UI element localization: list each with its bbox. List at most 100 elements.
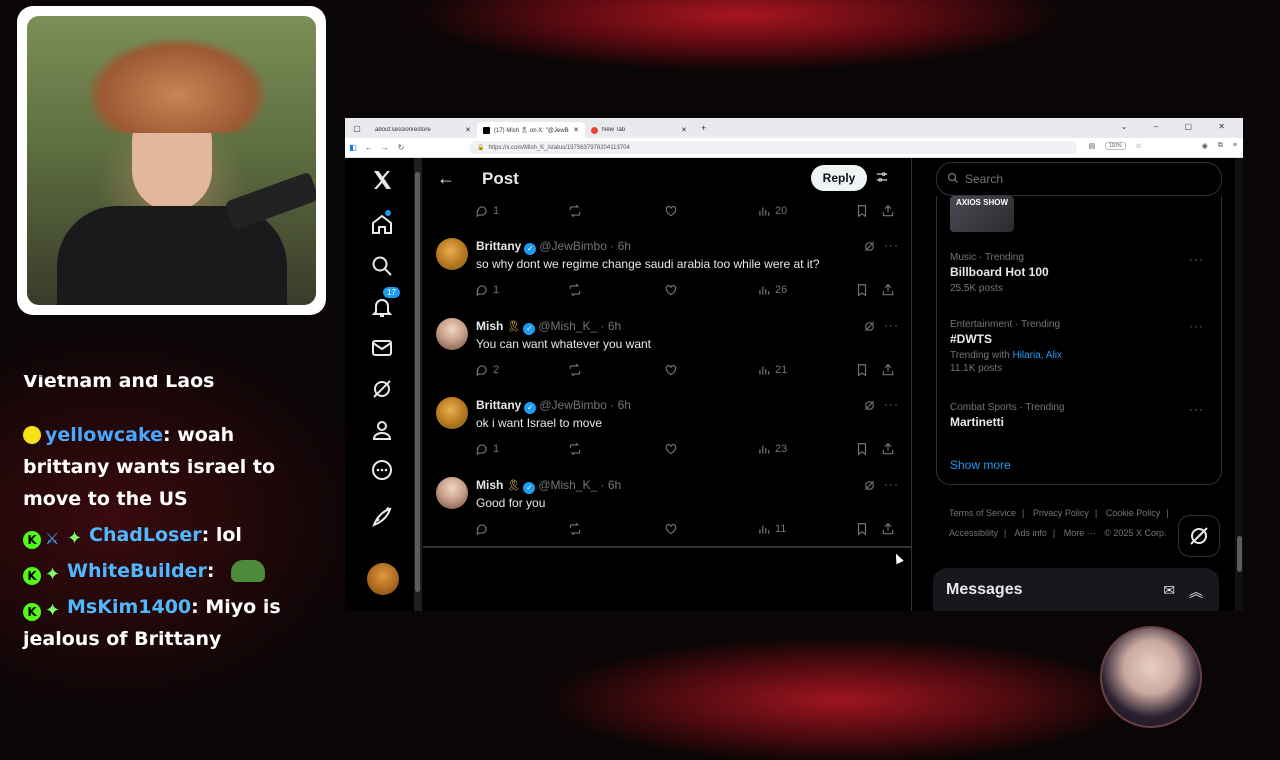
reply-action[interactable]: 2 xyxy=(475,363,499,377)
forward-button[interactable]: → xyxy=(377,143,393,152)
search-box[interactable] xyxy=(936,162,1222,196)
share-icon[interactable] xyxy=(881,522,895,536)
like-icon[interactable] xyxy=(664,522,678,536)
grok-explain-icon[interactable] xyxy=(863,479,876,497)
more-options-icon[interactable]: ··· xyxy=(1189,402,1204,416)
privacy-link[interactable]: Privacy Policy xyxy=(1033,508,1089,518)
sidebar-toggle-icon[interactable]: ◧ xyxy=(345,143,361,152)
messages-icon[interactable] xyxy=(369,336,395,362)
x-logo-icon[interactable] xyxy=(369,168,395,194)
close-tab-icon[interactable]: ✕ xyxy=(573,126,579,134)
back-arrow-icon[interactable]: ← xyxy=(437,168,455,189)
window-controls[interactable]: ⌄ – ▢ ✕ xyxy=(1121,122,1237,131)
share-icon[interactable] xyxy=(881,204,895,218)
right-scrollbar-thumb[interactable] xyxy=(1237,536,1242,572)
repost-icon[interactable] xyxy=(568,204,582,218)
compose-post-icon[interactable] xyxy=(369,505,395,531)
bookmark-icon[interactable] xyxy=(855,363,869,377)
bookmark-icon[interactable] xyxy=(855,442,869,456)
close-tab-icon[interactable]: ✕ xyxy=(465,126,471,134)
tweet-time[interactable]: 6h xyxy=(608,319,621,333)
trend-item[interactable]: Music · Trending Billboard Hot 100 25.5K… xyxy=(950,252,1212,294)
reply-action[interactable]: 1 xyxy=(475,204,499,218)
grok-explain-icon[interactable] xyxy=(863,399,876,417)
filter-sliders-icon[interactable] xyxy=(875,170,889,189)
home-icon[interactable] xyxy=(369,210,395,238)
trend-item[interactable]: Entertainment · Trending #DWTS Trending … xyxy=(950,319,1212,374)
tweet-time[interactable]: 6h xyxy=(618,398,631,412)
grok-button[interactable] xyxy=(1178,515,1220,557)
grok-icon[interactable] xyxy=(369,377,395,403)
more-options-icon[interactable]: ··· xyxy=(1189,252,1204,266)
tab-x-post[interactable]: (17) Mish 🎗 on X: "@JewBimb✕ xyxy=(477,122,585,138)
views-action[interactable]: 23 xyxy=(757,442,787,456)
tweet-author-name[interactable]: Mish xyxy=(476,319,503,333)
search-input[interactable] xyxy=(963,171,1207,187)
close-tab-icon[interactable]: ✕ xyxy=(681,126,687,134)
bookmark-icon[interactable] xyxy=(855,204,869,218)
tweet-avatar[interactable] xyxy=(436,238,468,270)
tweet-time[interactable]: 6h xyxy=(608,478,621,492)
more-options-icon[interactable]: ··· xyxy=(884,238,899,252)
more-options-icon[interactable]: ··· xyxy=(884,397,899,411)
tweet-author-name[interactable]: Brittany xyxy=(476,398,521,412)
trend-with-links[interactable]: Hilaria, Alix xyxy=(1012,350,1061,361)
tab-new-tab[interactable]: New Tab ✕ xyxy=(585,122,693,138)
notifications-icon[interactable]: 17 xyxy=(369,287,400,321)
grok-explain-icon[interactable] xyxy=(863,240,876,258)
explore-icon[interactable] xyxy=(369,254,395,280)
like-icon[interactable] xyxy=(664,363,678,377)
terms-link[interactable]: Terms of Service xyxy=(949,508,1016,518)
more-icon[interactable] xyxy=(369,458,395,484)
expand-chevron-icon[interactable]: ︽ xyxy=(1189,582,1203,602)
tweet-handle[interactable]: @JewBimbo xyxy=(539,239,607,253)
tab-overview-icon[interactable]: ▢ xyxy=(345,124,369,133)
more-link[interactable]: More ··· xyxy=(1064,528,1096,538)
menu-icon[interactable]: ≡ xyxy=(1233,142,1237,150)
back-button[interactable]: ← xyxy=(361,143,377,152)
like-icon[interactable] xyxy=(664,442,678,456)
ads-info-link[interactable]: Ads info xyxy=(1014,528,1047,538)
extensions-icon[interactable]: ⧉ xyxy=(1218,142,1223,150)
trend-item[interactable]: Combat Sports · Trending Martinetti ··· xyxy=(950,402,1212,429)
messages-drawer[interactable]: Messages ✉ ︽ xyxy=(933,568,1219,611)
repost-icon[interactable] xyxy=(568,363,582,377)
tab-sessionrestore[interactable]: about:sessionrestore ✕ xyxy=(369,122,477,138)
reply-action[interactable]: 1 xyxy=(475,442,499,456)
tweet-time[interactable]: 6h xyxy=(618,239,631,253)
tweet-author-name[interactable]: Mish xyxy=(476,478,503,492)
axios-thumbnail[interactable]: AXIOS SHOW xyxy=(950,196,1014,232)
views-action[interactable]: 26 xyxy=(757,283,787,297)
repost-icon[interactable] xyxy=(568,283,582,297)
views-action[interactable]: 20 xyxy=(757,204,787,218)
share-icon[interactable] xyxy=(881,283,895,297)
reload-button[interactable]: ↻ xyxy=(393,143,409,152)
accessibility-link[interactable]: Accessibility xyxy=(949,528,998,538)
account-avatar[interactable] xyxy=(367,563,399,595)
tweet-author-name[interactable]: Brittany xyxy=(476,239,521,253)
tweet-avatar[interactable] xyxy=(436,397,468,429)
account-icon[interactable]: ◉ xyxy=(1202,142,1208,150)
reader-view-icon[interactable]: ▤ xyxy=(1088,142,1095,150)
tweet-handle[interactable]: @Mish_K_ xyxy=(538,478,597,492)
like-icon[interactable] xyxy=(664,283,678,297)
more-options-icon[interactable]: ··· xyxy=(1189,319,1204,333)
repost-icon[interactable] xyxy=(568,522,582,536)
views-action[interactable]: 21 xyxy=(757,363,787,377)
tweet-avatar[interactable] xyxy=(436,477,468,509)
reply-button[interactable]: Reply xyxy=(811,165,867,191)
bookmark-icon[interactable] xyxy=(855,522,869,536)
tweet-handle[interactable]: @JewBimbo xyxy=(539,398,607,412)
more-options-icon[interactable]: ··· xyxy=(884,318,899,332)
new-tab-button[interactable]: + xyxy=(701,123,706,133)
reply-action[interactable]: 1 xyxy=(475,283,499,297)
new-message-icon[interactable]: ✉ xyxy=(1163,582,1175,602)
views-action[interactable]: 11 xyxy=(757,522,786,536)
repost-icon[interactable] xyxy=(568,442,582,456)
more-options-icon[interactable]: ··· xyxy=(884,477,899,491)
tweet-handle[interactable]: @Mish_K_ xyxy=(538,319,597,333)
profile-icon[interactable] xyxy=(369,418,395,444)
share-icon[interactable] xyxy=(881,363,895,377)
like-icon[interactable] xyxy=(664,204,678,218)
reply-action[interactable] xyxy=(475,522,493,536)
